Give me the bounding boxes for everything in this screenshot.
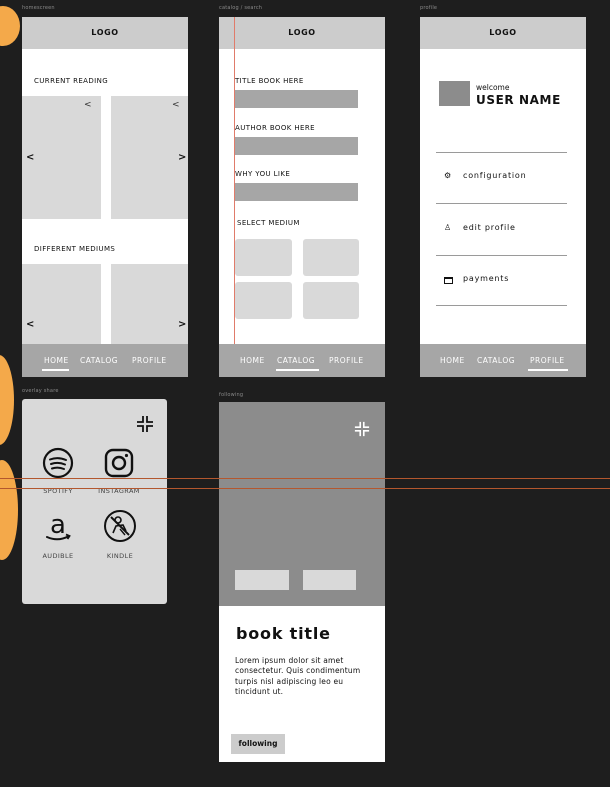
spotify-icon[interactable] [42,447,74,479]
mediums-card-left[interactable] [22,264,101,344]
medium-option-3[interactable] [235,282,292,319]
frame-label-following: following [219,392,244,398]
menu-divider [436,255,567,256]
share-icon[interactable]: < [172,100,180,110]
profile-screen: LOGO welcome USER NAME ⚙ configuration ♙… [420,17,586,377]
medium-option-1[interactable] [235,239,292,276]
medium-option-4[interactable] [303,282,359,319]
mediums-prev-button[interactable]: < [26,319,34,330]
share-icon[interactable]: < [84,100,92,110]
profile-logo: LOGO [489,28,517,37]
why-field-label: WHY YOU LIKE [235,170,291,178]
different-mediums-title: DIFFERENT MEDIUMS [34,245,116,253]
catalog-navbar: HOME CATALOG PROFILE [219,344,385,377]
cover-action-right[interactable] [303,570,356,590]
catalog-logo: LOGO [288,28,316,37]
nav-catalog[interactable]: CATALOG [80,356,118,365]
author-field-label: AUTHOR BOOK HERE [235,124,315,132]
decor-blob-top [0,6,20,46]
overlay-share-panel: SPOTIFY INSTAGRAM a AUDIBLE KINDLE [22,399,167,604]
avatar[interactable] [439,81,470,106]
layout-guide-horizontal [0,488,610,489]
frame-label-profile: profile [420,5,438,11]
menu-payments[interactable]: payments [463,274,509,283]
menu-edit-profile[interactable]: edit profile [463,223,516,232]
following-screen: book title Lorem ipsum dolor sit amet co… [219,402,385,762]
catalog-topbar: LOGO [219,17,385,49]
why-input[interactable] [235,183,358,201]
home-navbar: HOME CATALOG PROFILE [22,344,188,377]
book-description: Lorem ipsum dolor sit amet consectetur. … [235,656,361,696]
audible-label: AUDIBLE [42,552,74,560]
nav-profile[interactable]: PROFILE [530,356,565,365]
mediums-next-button[interactable]: > [178,319,186,330]
carousel-next-button[interactable]: > [178,152,186,163]
layout-guide-horizontal [0,478,610,479]
profile-topbar: LOGO [420,17,586,49]
carousel-prev-button[interactable]: < [26,152,34,163]
welcome-text: welcome [476,83,510,92]
user-icon: ♙ [444,223,452,232]
instagram-icon[interactable] [103,447,135,479]
menu-configuration[interactable]: configuration [463,171,526,180]
collapse-icon[interactable] [354,421,370,437]
medium-option-2[interactable] [303,239,359,276]
title-field-label: TITLE BOOK HERE [235,77,304,85]
nav-active-indicator [528,369,568,371]
title-input[interactable] [235,90,358,108]
frame-label-overlay: overlay share [22,388,59,394]
author-input[interactable] [235,137,358,155]
menu-divider [436,305,567,306]
home-screen: LOGO CURRENT READING < < < > DIFFERENT M… [22,17,188,377]
audible-icon[interactable]: a [42,511,74,543]
nav-home[interactable]: HOME [44,356,69,365]
decor-blob-bottom [0,460,18,560]
nav-home[interactable]: HOME [440,356,465,365]
following-button[interactable]: following [231,734,285,754]
card-icon [444,277,453,284]
nav-catalog[interactable]: CATALOG [477,356,515,365]
home-topbar: LOGO [22,17,188,49]
catalog-screen: LOGO TITLE BOOK HERE AUTHOR BOOK HERE WH… [219,17,385,377]
current-reading-card-right[interactable] [111,96,188,219]
frame-label-home: homescreen [22,5,55,11]
user-name: USER NAME [476,93,561,107]
kindle-icon[interactable] [103,509,137,543]
menu-divider [436,152,567,153]
nav-active-indicator [42,369,69,371]
frame-label-catalog: catalog / search [219,5,263,11]
collapse-icon[interactable] [136,415,154,433]
kindle-label: KINDLE [106,552,134,560]
nav-catalog[interactable]: CATALOG [277,356,315,365]
nav-profile[interactable]: PROFILE [132,356,167,365]
nav-active-indicator [276,369,319,371]
menu-divider [436,203,567,204]
book-title: book title [236,624,331,643]
current-reading-title: CURRENT READING [34,77,109,85]
mediums-card-right[interactable] [111,264,188,344]
nav-home[interactable]: HOME [240,356,265,365]
home-logo: LOGO [91,28,119,37]
svg-text:a: a [50,511,66,540]
medium-field-label: SELECT MEDIUM [237,219,300,227]
profile-navbar: HOME CATALOG PROFILE [420,344,586,377]
nav-profile[interactable]: PROFILE [329,356,364,365]
gear-icon: ⚙ [444,171,452,180]
cover-action-left[interactable] [235,570,289,590]
decor-blob-mid [0,355,14,445]
